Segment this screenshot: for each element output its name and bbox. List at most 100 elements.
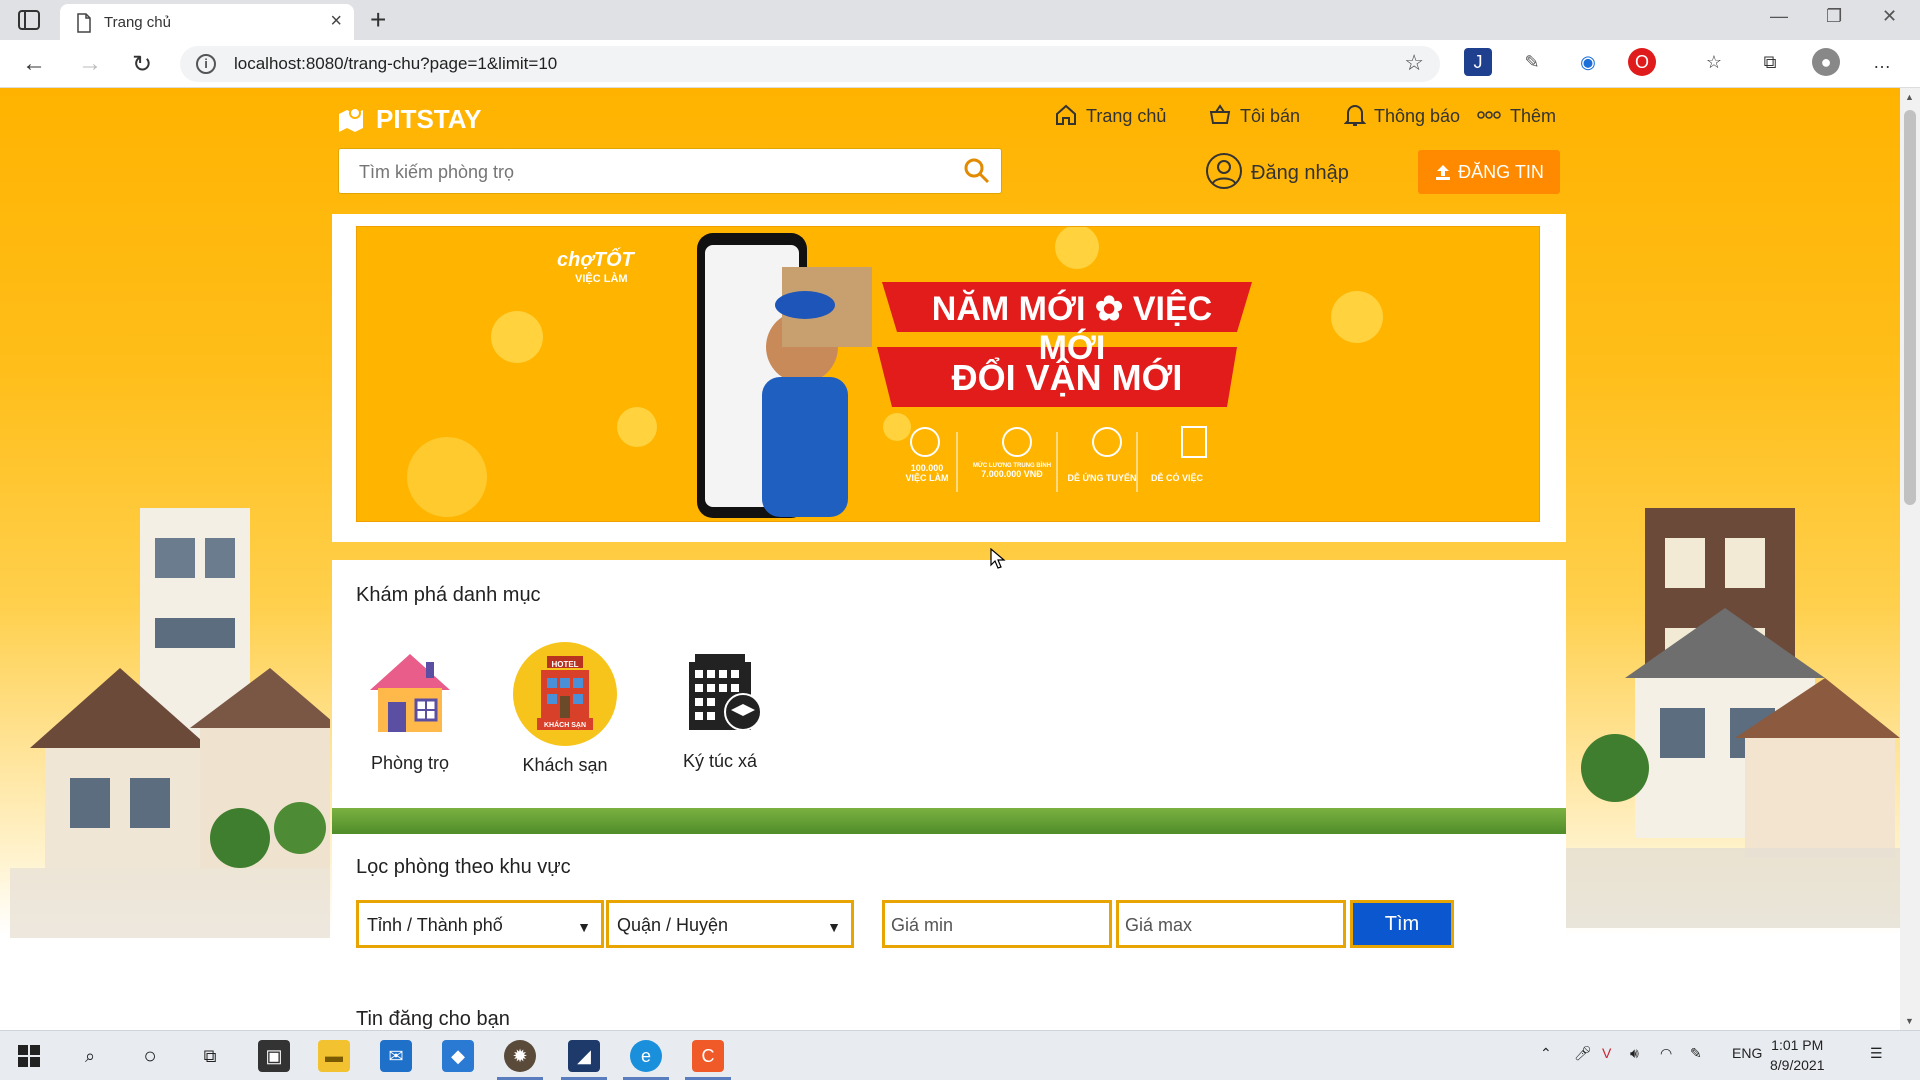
user-icon [1206, 153, 1242, 189]
post-listing-button[interactable]: ĐĂNG TIN [1418, 150, 1560, 194]
edge-icon[interactable]: e [630, 1040, 662, 1072]
background-houses-left [10, 508, 330, 938]
district-select[interactable]: Quận / Huyện ▼ [606, 900, 854, 948]
profile-avatar-icon[interactable]: ● [1812, 48, 1840, 76]
app-gear-icon[interactable]: ✹ [504, 1040, 536, 1072]
forward-button[interactable]: → [78, 50, 102, 78]
scroll-up-arrow-icon[interactable]: ▲ [1905, 92, 1914, 102]
browser-tab-active[interactable]: Trang chủ × [60, 4, 354, 40]
nav-home-label: Trang chủ [1086, 106, 1167, 126]
nav-more[interactable]: Thêm [1476, 103, 1556, 127]
settings-more-icon[interactable]: … [1868, 48, 1896, 76]
district-select-value: Quận / Huyện [617, 915, 729, 935]
vscode-icon[interactable]: ◆ [442, 1040, 474, 1072]
close-window-button[interactable]: ✕ [1882, 6, 1897, 27]
url-field[interactable]: i localhost:8080/trang-chu?page=1&limit=… [180, 46, 1440, 82]
promo-banner[interactable]: chợTỐT VIỆC LÀM NĂM MỚI ✿ VIỆC MỚI ĐỔI V… [356, 226, 1540, 522]
post-listing-label: ĐĂNG TIN [1458, 162, 1544, 182]
price-min-input[interactable]: Giá min [882, 900, 1112, 948]
categories-title: Khám phá danh mục [356, 584, 541, 606]
windows-taskbar: ⌕ ○ ⧉ ▣ ▬ ✉ ◆ ✹ ◢ e C ⌃ 🎤︎ V 🔊︎ ◠ ✎ ENG … [0, 1030, 1920, 1080]
filter-title: Lọc phòng theo khu vực [356, 856, 571, 878]
category-dormitory-label: Ký túc xá [682, 751, 758, 771]
background-houses-right [1565, 508, 1900, 928]
scrollbar-thumb[interactable] [1904, 110, 1916, 505]
chevron-down-icon: ▼ [827, 919, 841, 935]
mail-icon[interactable]: ✉ [380, 1040, 412, 1072]
search-icon[interactable] [963, 157, 991, 185]
search-input[interactable] [357, 159, 937, 185]
clock-date: 8/9/2021 [1770, 1057, 1825, 1073]
search-icon[interactable]: ⌕ [74, 1040, 106, 1072]
microphone-icon[interactable]: 🎤︎ [1574, 1045, 1592, 1062]
hotel-icon [513, 642, 617, 746]
tab-close-icon[interactable]: × [330, 10, 342, 33]
pen-icon[interactable]: ✎ [1690, 1045, 1702, 1062]
opera-adblock-icon[interactable]: O [1628, 48, 1656, 76]
favorites-icon[interactable]: ☆ [1700, 48, 1728, 76]
nav-home[interactable]: Trang chủ [1054, 103, 1166, 127]
site-info-icon[interactable]: i [196, 54, 216, 74]
mouse-cursor-icon [990, 548, 1006, 569]
page-scrollbar[interactable]: ▲ ▼ [1900, 88, 1920, 1030]
category-hotel[interactable]: HOTEL KHÁCH SẠN Khách sạn [495, 642, 635, 776]
minimize-button[interactable]: — [1770, 6, 1788, 27]
back-button[interactable]: ← [22, 50, 46, 78]
house-icon [370, 654, 450, 732]
nav-my-sales[interactable]: Tôi bán [1208, 103, 1300, 127]
store-icon[interactable]: ▣ [258, 1040, 290, 1072]
price-max-placeholder: Giá max [1125, 915, 1193, 935]
tab-title: Trang chủ [104, 14, 171, 31]
banner-brand: chợTỐT [557, 249, 634, 271]
system-clock[interactable]: 1:01 PM 8/9/2021 [1770, 1035, 1825, 1075]
ide-icon[interactable]: ◢ [568, 1040, 600, 1072]
nav-my-sales-label: Tôi bán [1240, 106, 1301, 126]
dormitory-icon [689, 654, 762, 731]
nav-more-label: Thêm [1510, 106, 1557, 126]
extension-j-icon[interactable]: J [1464, 48, 1492, 76]
wifi-icon[interactable]: ◠ [1660, 1045, 1672, 1062]
nav-notifications-label: Thông báo [1374, 106, 1461, 126]
volume-icon[interactable]: 🔊︎ [1630, 1045, 1639, 1062]
tray-expand-icon[interactable]: ⌃ [1540, 1045, 1552, 1062]
favorite-add-icon[interactable]: ☆ [1404, 50, 1424, 76]
more-dots-icon [1477, 111, 1501, 119]
site-logo[interactable]: PITSTAY [338, 104, 481, 135]
eyedropper-icon[interactable]: ✎ [1518, 48, 1546, 76]
price-max-input[interactable]: Giá max [1116, 900, 1346, 948]
find-button[interactable]: Tìm [1350, 900, 1454, 948]
page-icon [77, 13, 91, 33]
restore-button[interactable]: ❐ [1826, 6, 1842, 27]
home-icon [1056, 104, 1076, 125]
logo-text: PITSTAY [376, 104, 482, 134]
province-select[interactable]: Tỉnh / Thành phố ▼ [356, 900, 604, 948]
browser-tab-strip: Trang chủ × + — ❐ ✕ [0, 0, 1920, 40]
file-explorer-icon[interactable]: ▬ [318, 1040, 350, 1072]
windows-start-icon[interactable] [18, 1045, 40, 1067]
for-you-section-title: Tin đăng cho bạn [356, 1008, 510, 1030]
tab-actions-icon[interactable] [18, 10, 40, 30]
extension-shield-icon[interactable]: ◉ [1574, 48, 1602, 76]
banner-headline-2: ĐỔI VẬN MỚI [951, 357, 1183, 398]
category-dormitory[interactable]: Ký túc xá [650, 648, 790, 772]
category-hotel-label: Khách sạn [522, 755, 608, 775]
cortana-icon[interactable]: ○ [134, 1040, 166, 1072]
banner-feature-4: DỄ CÓ VIỆC [1150, 473, 1203, 483]
collections-icon[interactable]: ⧉ [1756, 48, 1784, 76]
notifications-icon[interactable]: ☰ [1870, 1045, 1883, 1062]
category-rental-room[interactable]: Phòng trọ [340, 650, 480, 774]
nav-notifications[interactable]: Thông báo [1343, 103, 1461, 127]
scroll-down-arrow-icon[interactable]: ▼ [1905, 1016, 1914, 1026]
app-c-icon[interactable]: C [692, 1040, 724, 1072]
category-rental-room-label: Phòng trọ [370, 753, 450, 773]
new-tab-button[interactable]: + [370, 4, 386, 36]
search-box[interactable] [338, 148, 1002, 194]
tray-app-v-icon[interactable]: V [1602, 1045, 1611, 1061]
chevron-down-icon: ▼ [577, 919, 591, 935]
language-indicator[interactable]: ENG [1732, 1045, 1762, 1061]
banner-brand-sub: VIỆC LÀM [575, 273, 628, 285]
reload-button[interactable]: ↻ [132, 50, 152, 79]
task-view-icon[interactable]: ⧉ [194, 1040, 226, 1072]
login-link[interactable]: Đăng nhập [1205, 152, 1349, 190]
hotel-badge-bottom: KHÁCH SẠN [544, 722, 586, 729]
